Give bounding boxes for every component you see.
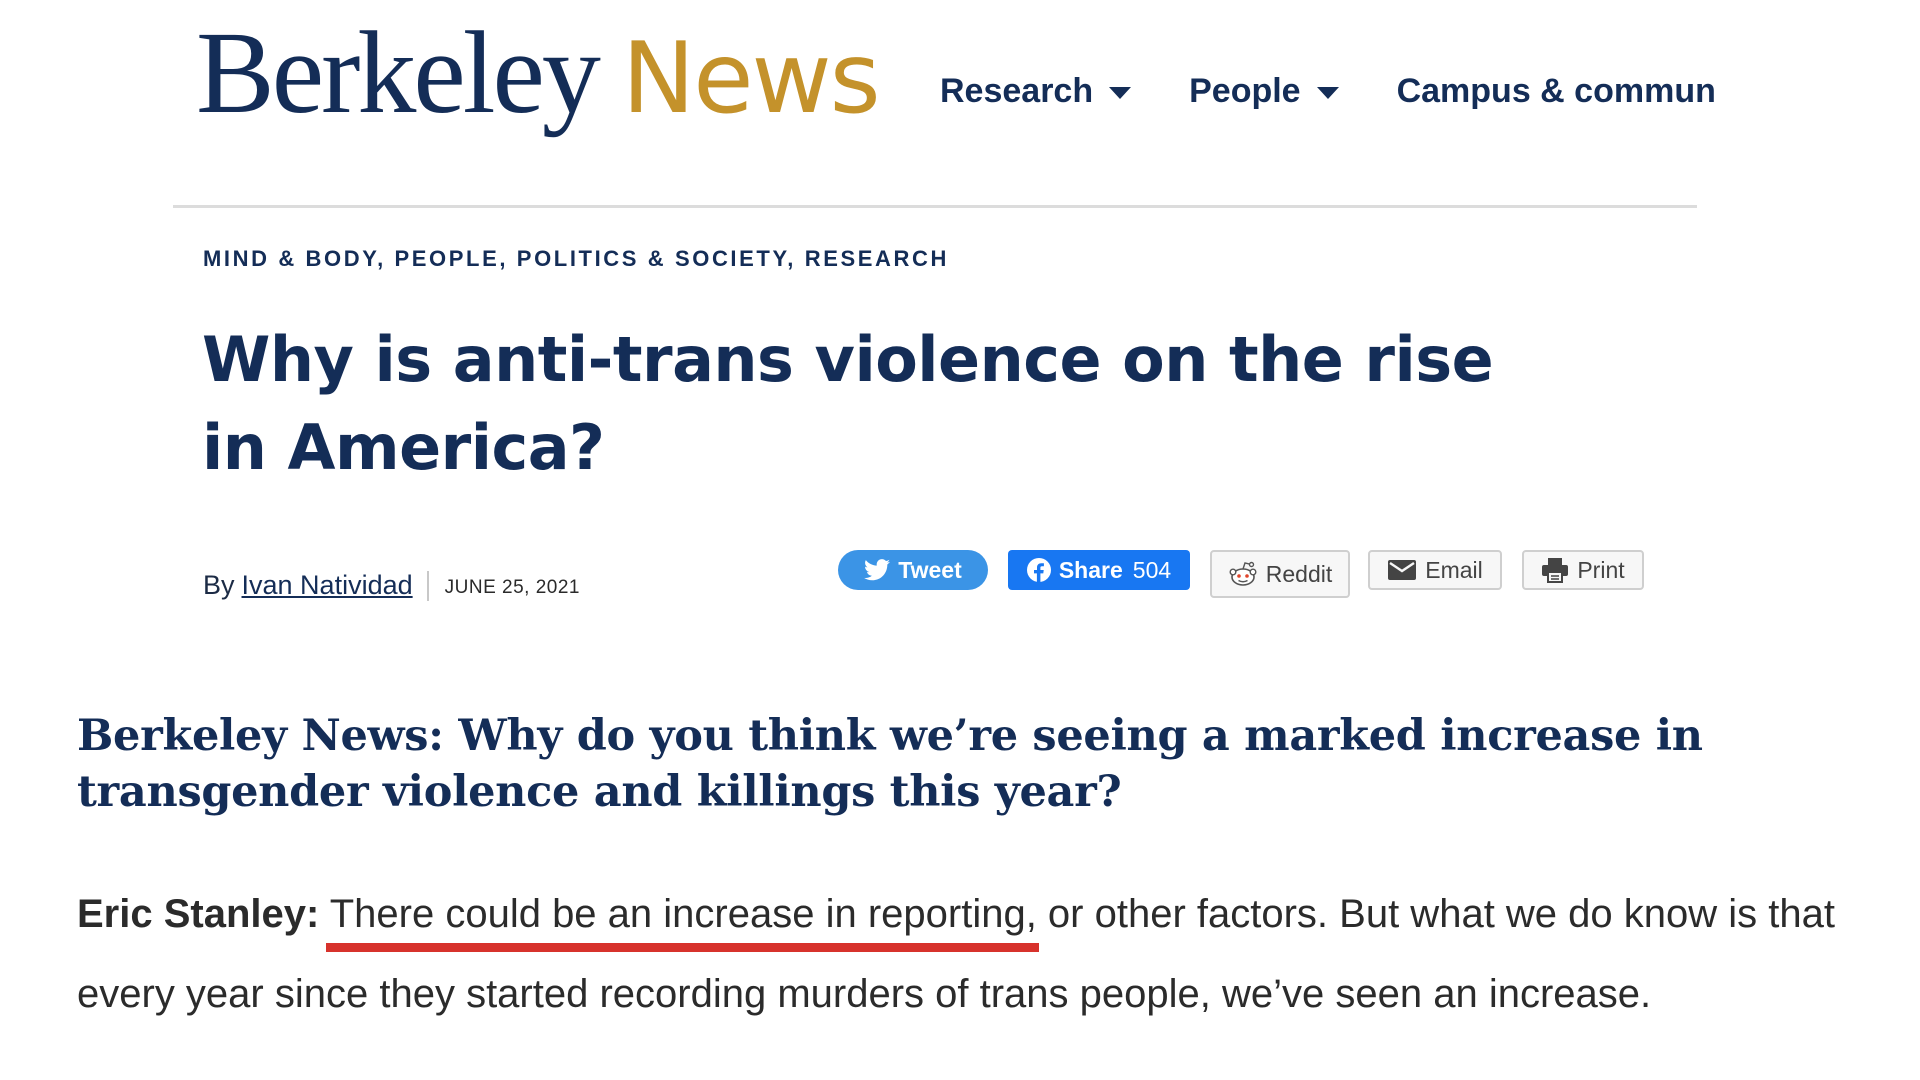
category-link-research[interactable]: RESEARCH — [805, 246, 949, 271]
caret-down-icon — [1316, 86, 1339, 99]
site-header: Berkeley News Research People Campus & c… — [0, 0, 1920, 210]
interview-question: Berkeley News: Why do you think we’re se… — [77, 711, 1703, 817]
print-button[interactable]: Print — [1522, 550, 1644, 590]
tweet-button[interactable]: Tweet — [838, 550, 988, 590]
category-link-mind-body[interactable]: MIND & BODY — [203, 246, 377, 271]
nav-item-label: Research — [940, 72, 1094, 110]
print-label: Print — [1577, 556, 1625, 583]
reddit-share-button[interactable]: Reddit — [1210, 550, 1350, 598]
reddit-label: Reddit — [1265, 560, 1333, 587]
answer-speaker: Eric Stanley: — [77, 892, 320, 936]
article-categories: MIND & BODY, PEOPLE, POLITICS & SOCIETY,… — [203, 246, 949, 272]
facebook-share-label: Share — [1058, 556, 1123, 583]
email-icon — [1387, 559, 1417, 581]
nav-item-campus-community[interactable]: Campus & commun — [1397, 72, 1716, 111]
header-divider — [173, 205, 1697, 208]
facebook-icon — [1026, 558, 1051, 582]
reddit-icon — [1228, 560, 1258, 588]
nav-item-people[interactable]: People — [1189, 72, 1339, 111]
author-link[interactable]: Ivan Natividad — [242, 570, 413, 601]
highlighted-answer-text: There could be an increase in reporting, — [329, 892, 1037, 936]
nav-item-label: Campus & commun — [1396, 72, 1716, 110]
category-separator: , — [499, 246, 509, 271]
interview-answer: Eric Stanley: There could be an increase… — [77, 874, 1877, 1034]
print-icon — [1541, 557, 1569, 583]
nav-item-label: People — [1189, 72, 1301, 110]
email-share-button[interactable]: Email — [1368, 550, 1502, 590]
category-separator: , — [377, 246, 386, 271]
category-separator: , — [787, 246, 797, 271]
email-label: Email — [1425, 556, 1483, 583]
category-link-people[interactable]: PEOPLE — [395, 246, 500, 271]
category-link-politics-society[interactable]: POLITICS & SOCIETY — [517, 246, 788, 271]
main-nav: Research People Campus & commun — [940, 72, 1774, 111]
facebook-share-count: 504 — [1132, 556, 1172, 583]
site-logo[interactable]: Berkeley News — [196, 7, 881, 138]
facebook-share-button[interactable]: Share 504 — [1008, 550, 1190, 590]
nav-item-research[interactable]: Research — [940, 72, 1132, 111]
byline-prefix: By — [203, 570, 235, 600]
logo-news-text: News — [621, 22, 881, 136]
byline-divider — [426, 570, 429, 601]
article-title: Why is anti-trans violence on the rise i… — [202, 323, 1494, 484]
caret-down-icon — [1109, 86, 1132, 99]
tweet-label: Tweet — [898, 556, 962, 583]
publish-date: JUNE 25, 2021 — [444, 576, 580, 598]
logo-berkeley-text: Berkeley — [196, 7, 601, 138]
byline: By Ivan Natividad JUNE 25, 2021 — [203, 570, 580, 601]
twitter-icon — [864, 559, 891, 581]
